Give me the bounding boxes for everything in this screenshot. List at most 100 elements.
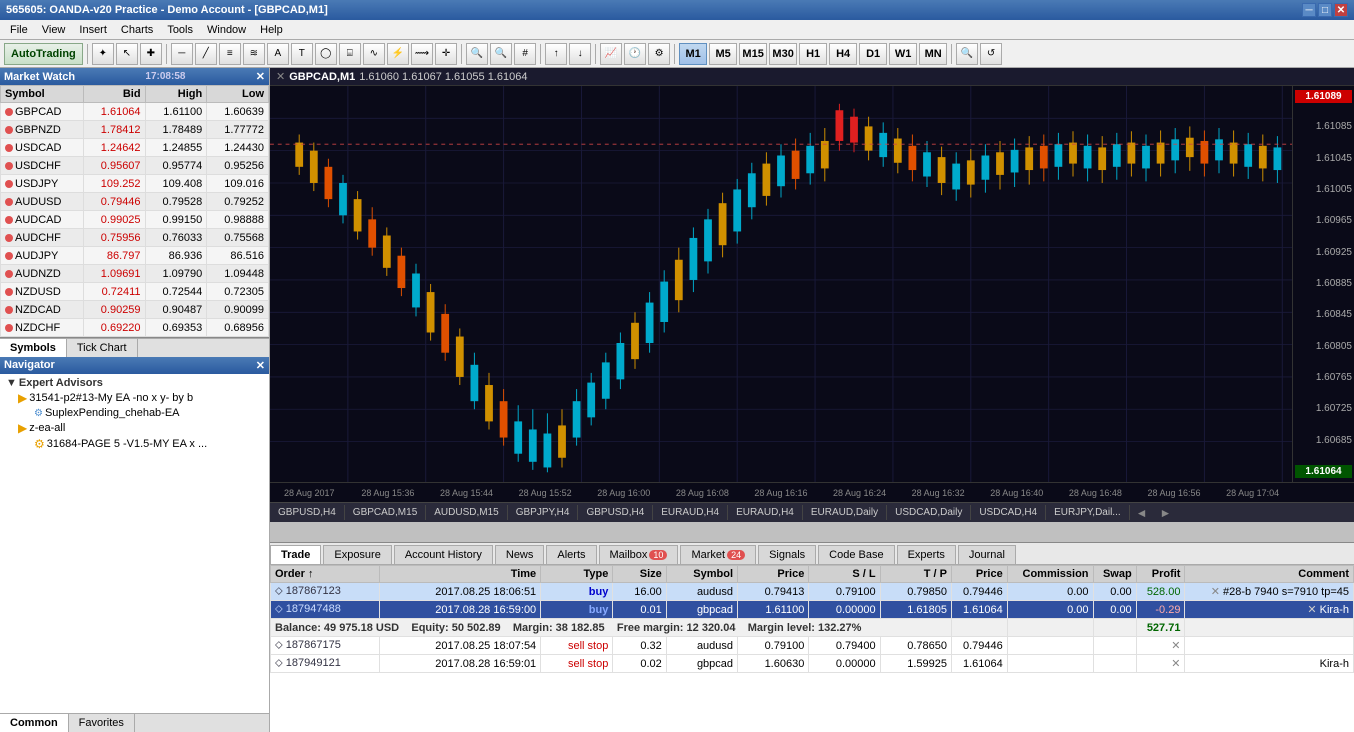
toolbar-btn-12[interactable]: ⚡ [387, 43, 409, 65]
symbol-tab-10[interactable]: EURJPY,Dail... [1046, 505, 1130, 520]
toolbar-btn-cross[interactable]: ✛ [435, 43, 457, 65]
mw-symbol-8[interactable]: AUDJPY [1, 247, 84, 265]
tab-alerts[interactable]: Alerts [546, 545, 596, 564]
symbol-tab-1[interactable]: GBPCAD,M15 [345, 505, 426, 520]
timeframe-m1[interactable]: M1 [679, 43, 707, 65]
table-row[interactable]: ⬦ 187867175 2017.08.25 18:07:54 sell sto… [271, 637, 1354, 655]
mw-tab-symbols[interactable]: Symbols [0, 339, 67, 357]
market-watch-close-icon[interactable]: ✕ [256, 70, 265, 83]
toolbar-btn-10[interactable]: ⌸ [339, 43, 361, 65]
symbol-tab-9[interactable]: USDCAD,H4 [971, 505, 1046, 520]
close-order-icon[interactable]: ✕ [1211, 586, 1220, 598]
navigator-close-icon[interactable]: ✕ [256, 359, 265, 372]
toolbar-btn-8[interactable]: T [291, 43, 313, 65]
timeframe-m30[interactable]: M30 [769, 43, 797, 65]
timeframe-d1[interactable]: D1 [859, 43, 887, 65]
mw-symbol-3[interactable]: USDCHF [1, 157, 84, 175]
nav-tab-common[interactable]: Common [0, 714, 69, 732]
toolbar-clock[interactable]: 🕐 [624, 43, 646, 65]
table-row[interactable]: ⬦ 187867123 2017.08.25 18:06:51 buy 16.0… [271, 583, 1354, 601]
orders-scroll[interactable]: Order ↑ Time Type Size Symbol Price S / … [270, 565, 1354, 732]
market-watch-scroll[interactable]: Symbol Bid High Low GBPCAD 1.61064 1.611… [0, 85, 269, 337]
menu-file[interactable]: File [4, 23, 34, 37]
mw-symbol-11[interactable]: NZDCAD [1, 301, 84, 319]
toolbar-settings[interactable]: ⚙ [648, 43, 670, 65]
chart-canvas[interactable] [270, 86, 1292, 482]
mw-symbol-2[interactable]: USDCAD [1, 139, 84, 157]
tab-market[interactable]: Market24 [680, 545, 756, 564]
toolbar-btn-5[interactable]: ≡ [219, 43, 241, 65]
mw-symbol-4[interactable]: USDJPY [1, 175, 84, 193]
mw-symbol-9[interactable]: AUDNZD [1, 265, 84, 283]
tab-experts[interactable]: Experts [897, 545, 956, 564]
nav-item-ea2[interactable]: ⚙ SuplexPending_chehab-EA [2, 406, 267, 420]
symbol-tabs-prev[interactable]: ◄ [1130, 504, 1154, 522]
toolbar-btn-11[interactable]: ∿ [363, 43, 385, 65]
nav-expert-advisors[interactable]: ▼ Expert Advisors [2, 376, 267, 390]
symbol-tab-3[interactable]: GBPJPY,H4 [508, 505, 579, 520]
mw-tab-tick[interactable]: Tick Chart [67, 339, 138, 357]
close-button[interactable]: ✕ [1334, 3, 1348, 17]
tab-signals[interactable]: Signals [758, 545, 816, 564]
maximize-button[interactable]: □ [1318, 3, 1332, 17]
timeframe-mn[interactable]: MN [919, 43, 947, 65]
timeframe-h4[interactable]: H4 [829, 43, 857, 65]
toolbar-btn-1[interactable]: ✦ [92, 43, 114, 65]
symbol-tab-4[interactable]: GBPUSD,H4 [578, 505, 653, 520]
menu-window[interactable]: Window [201, 23, 252, 37]
toolbar-btn-fib[interactable]: ⟿ [411, 43, 433, 65]
tab-exposure[interactable]: Exposure [323, 545, 391, 564]
toolbar-chart1[interactable]: ↑ [545, 43, 567, 65]
symbol-tab-8[interactable]: USDCAD,Daily [887, 505, 971, 520]
tab-codebase[interactable]: Code Base [818, 545, 894, 564]
title-bar-controls[interactable]: ─ □ ✕ [1302, 3, 1348, 17]
nav-tab-favorites[interactable]: Favorites [69, 714, 135, 732]
symbol-tab-0[interactable]: GBPUSD,H4 [270, 505, 345, 520]
mw-symbol-0[interactable]: GBPCAD [1, 103, 84, 121]
auto-trading-button[interactable]: AutoTrading [4, 43, 83, 65]
tab-trade[interactable]: Trade [270, 545, 321, 564]
zoom-out-button[interactable]: 🔍 [490, 43, 512, 65]
toolbar-chart2[interactable]: ↓ [569, 43, 591, 65]
timeframe-w1[interactable]: W1 [889, 43, 917, 65]
menu-tools[interactable]: Tools [161, 23, 199, 37]
tab-mailbox[interactable]: Mailbox10 [599, 545, 679, 564]
mw-symbol-6[interactable]: AUDCAD [1, 211, 84, 229]
refresh-button[interactable]: ↺ [980, 43, 1002, 65]
symbol-tab-5[interactable]: EURAUD,H4 [653, 505, 728, 520]
menu-insert[interactable]: Insert [73, 23, 113, 37]
nav-item-ea3[interactable]: ▶ z-ea-all [2, 420, 267, 436]
toolbar-btn-6[interactable]: ≋ [243, 43, 265, 65]
close-order-icon[interactable]: ✕ [1171, 640, 1180, 652]
tab-account-history[interactable]: Account History [394, 545, 493, 564]
tab-journal[interactable]: Journal [958, 545, 1016, 564]
timeframe-h1[interactable]: H1 [799, 43, 827, 65]
close-order-icon[interactable]: ✕ [1307, 604, 1316, 616]
toolbar-btn-7[interactable]: A [267, 43, 289, 65]
toolbar-grid[interactable]: # [514, 43, 536, 65]
mw-symbol-5[interactable]: AUDUSD [1, 193, 84, 211]
close-order-icon[interactable]: ✕ [1171, 658, 1180, 670]
timeframe-m5[interactable]: M5 [709, 43, 737, 65]
table-row[interactable]: ⬦ 187949121 2017.08.28 16:59:01 sell sto… [271, 655, 1354, 673]
symbol-tab-6[interactable]: EURAUD,H4 [728, 505, 803, 520]
toolbar-btn-line[interactable]: ─ [171, 43, 193, 65]
toolbar-btn-9[interactable]: ◯ [315, 43, 337, 65]
mw-symbol-7[interactable]: AUDCHF [1, 229, 84, 247]
toolbar-btn-3[interactable]: ✚ [140, 43, 162, 65]
nav-item-ea1[interactable]: ▶ 31541-p2#13-My EA -no x y- by b [2, 390, 267, 406]
chart-close-icon[interactable]: ✕ [276, 70, 285, 83]
toolbar-btn-2[interactable]: ↖ [116, 43, 138, 65]
menu-charts[interactable]: Charts [115, 23, 159, 37]
table-row[interactable]: ⬦ 187947488 2017.08.28 16:59:00 buy 0.01… [271, 601, 1354, 619]
minimize-button[interactable]: ─ [1302, 3, 1316, 17]
symbol-tab-7[interactable]: EURAUD,Daily [803, 505, 887, 520]
mw-symbol-12[interactable]: NZDCHF [1, 319, 84, 337]
toolbar-indicators[interactable]: 📈 [600, 43, 622, 65]
symbol-tab-2[interactable]: AUDUSD,M15 [426, 505, 507, 520]
mw-symbol-10[interactable]: NZDUSD [1, 283, 84, 301]
symbol-tabs-next[interactable]: ► [1154, 504, 1178, 522]
nav-item-ea4[interactable]: ⚙ 31684-PAGE 5 -V1.5-MY EA x ... [2, 436, 267, 452]
toolbar-btn-4[interactable]: ╱ [195, 43, 217, 65]
menu-help[interactable]: Help [254, 23, 289, 37]
